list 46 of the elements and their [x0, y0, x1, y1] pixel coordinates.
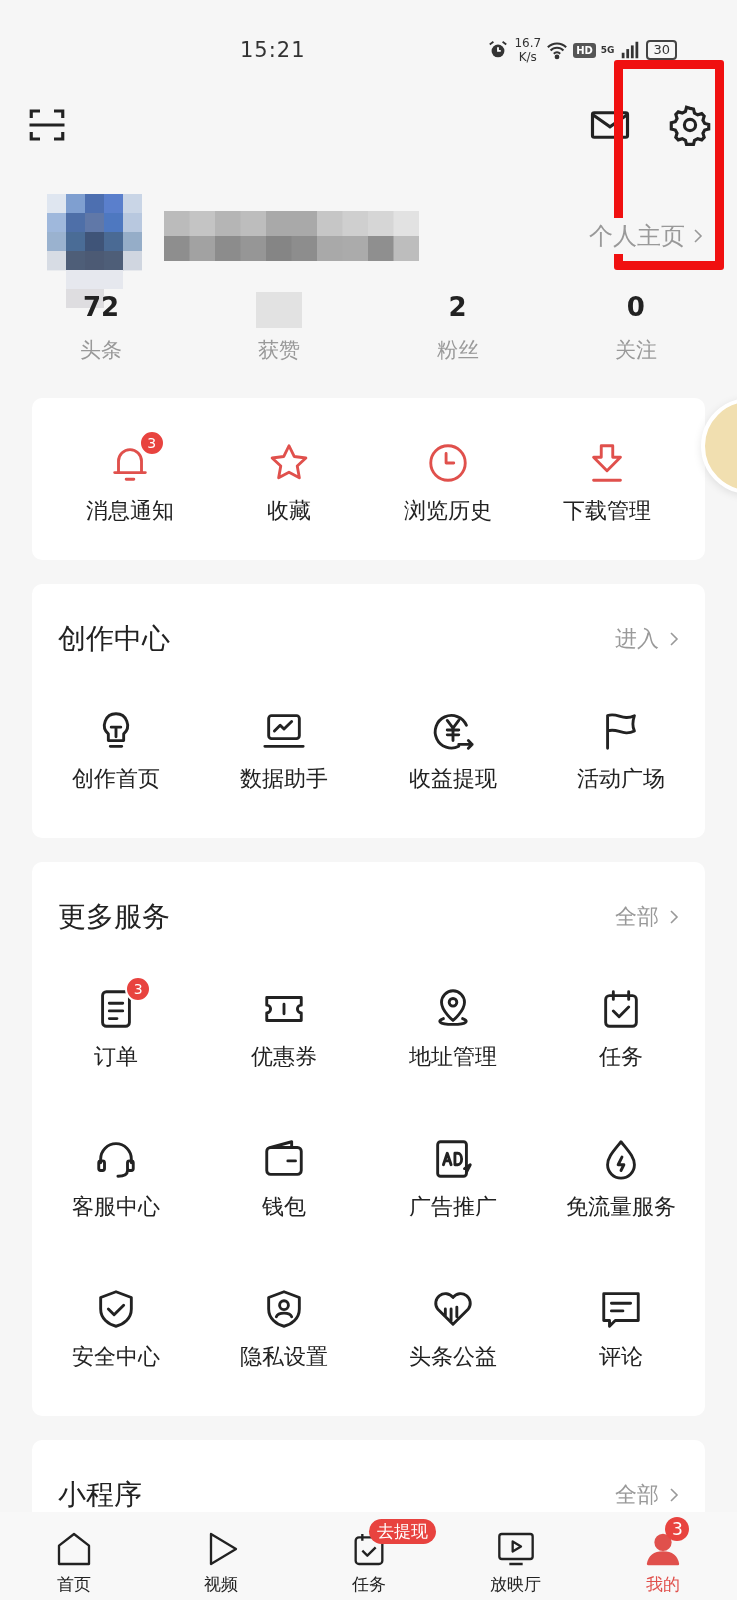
stat-count: 72	[83, 292, 120, 324]
service-item[interactable]: 头条公益	[368, 1274, 537, 1372]
service-item[interactable]: 活动广场	[536, 696, 705, 794]
service-item[interactable]: 安全中心	[32, 1274, 201, 1372]
battery-level: 30	[646, 40, 677, 60]
stat-count: 0	[626, 292, 645, 324]
service-item[interactable]: 评论	[536, 1274, 705, 1372]
service-item[interactable]: 地址管理	[368, 974, 537, 1072]
stat-count: 2	[448, 292, 467, 324]
chevron-icon	[669, 631, 679, 647]
service-item[interactable]: 创作首页	[32, 696, 201, 794]
section-title: 创作中心	[58, 621, 170, 657]
network-speed: 16.7 K/s	[514, 36, 542, 64]
settings-icon[interactable]	[669, 104, 711, 146]
wifi-icon	[546, 39, 569, 61]
count-badge: 3	[138, 430, 165, 456]
tab-badge: 3	[665, 1516, 690, 1541]
tab-bar-item[interactable]: 去提现 任务	[294, 1516, 443, 1596]
tab-bar-item[interactable]: 首页	[0, 1516, 148, 1596]
service-item[interactable]: 钱包	[200, 1124, 369, 1222]
service-item[interactable]: 任务	[536, 974, 705, 1072]
service-item[interactable]: 收益提现	[368, 696, 537, 794]
section-title: 小程序	[58, 1477, 142, 1513]
hd-badge: HD	[573, 42, 596, 58]
tab-bar-item[interactable]: 3 我的	[589, 1516, 737, 1596]
service-item[interactable]: 免流量服务	[536, 1124, 705, 1222]
tab-badge: 去提现	[368, 1518, 436, 1544]
service-item[interactable]: 广告推广	[368, 1124, 537, 1222]
quick-action[interactable]: 下载管理	[527, 428, 687, 526]
tab-bar-item[interactable]: 放映厅	[442, 1516, 590, 1596]
section-title: 更多服务	[58, 899, 170, 935]
service-item[interactable]: 数据助手	[200, 696, 369, 794]
chevron-icon	[693, 228, 703, 244]
service-item[interactable]: 3 订单	[32, 974, 201, 1072]
chevron-icon	[669, 1487, 679, 1503]
service-item[interactable]: 客服中心	[32, 1124, 201, 1222]
chevron-icon	[669, 909, 679, 925]
network-type: 5G	[600, 45, 615, 55]
clock-time: 15:21	[240, 38, 306, 62]
count-badge: 3	[125, 976, 152, 1002]
quick-action[interactable]: 3 消息通知	[50, 428, 210, 526]
quick-action[interactable]: 收藏	[209, 428, 369, 526]
tab-bar-item[interactable]: 视频	[147, 1516, 295, 1596]
service-item[interactable]: 优惠券	[200, 974, 369, 1072]
service-item[interactable]: 隐私设置	[200, 1274, 369, 1372]
quick-action[interactable]: 浏览历史	[368, 428, 528, 526]
